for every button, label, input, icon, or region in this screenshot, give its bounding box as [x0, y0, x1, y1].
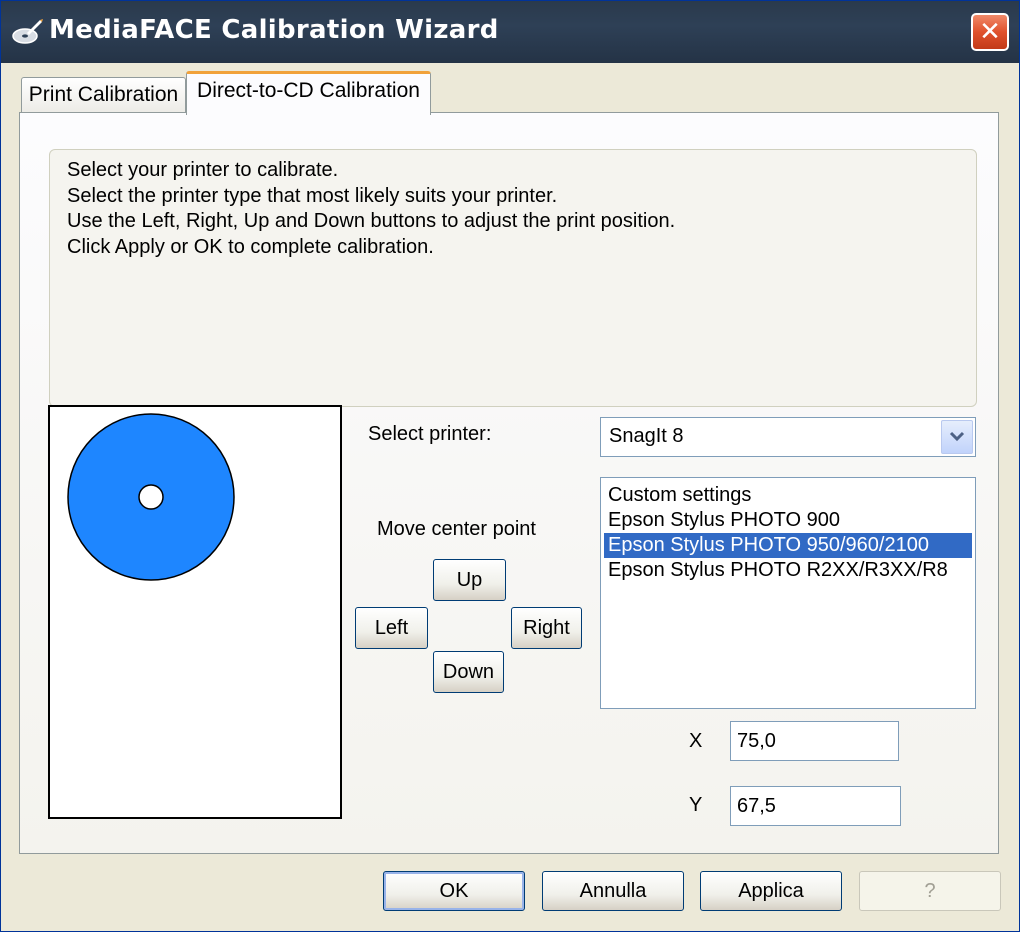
- select-printer-label: Select printer:: [368, 423, 492, 445]
- up-button[interactable]: Up: [433, 559, 506, 601]
- list-item[interactable]: Epson Stylus PHOTO R2XX/R3XX/R8: [604, 558, 972, 583]
- instruction-line: Use the Left, Right, Up and Down buttons…: [67, 210, 676, 232]
- right-button[interactable]: Right: [511, 607, 582, 649]
- cancel-button[interactable]: Annulla: [542, 871, 684, 911]
- ok-button[interactable]: OK: [383, 871, 525, 911]
- x-coordinate-field[interactable]: [730, 721, 899, 761]
- chevron-down-icon: [949, 431, 965, 442]
- list-item-selected[interactable]: Epson Stylus PHOTO 950/960/2100: [604, 533, 972, 558]
- dropdown-button[interactable]: [941, 420, 973, 454]
- instruction-line: Select your printer to calibrate.: [67, 159, 339, 181]
- instruction-line: Click Apply or OK to complete calibratio…: [67, 235, 434, 258]
- close-icon: ✕: [979, 17, 1001, 47]
- list-item[interactable]: Custom settings: [604, 483, 972, 508]
- title-bar[interactable]: MediaFACE Calibration Wizard ✕: [1, 1, 1019, 63]
- calibration-wizard-window: MediaFACE Calibration Wizard ✕ Print Cal…: [0, 0, 1020, 932]
- instructions-box: Select your printer to calibrate. Select…: [49, 149, 977, 407]
- move-center-point-label: Move center point: [377, 518, 536, 540]
- left-button[interactable]: Left: [355, 607, 428, 649]
- window-title: MediaFACE Calibration Wizard: [49, 15, 499, 45]
- tab-direct-to-cd-calibration[interactable]: Direct-to-CD Calibration: [186, 71, 431, 115]
- y-label: Y: [689, 794, 703, 816]
- apply-button[interactable]: Applica: [700, 871, 842, 911]
- close-button[interactable]: ✕: [971, 13, 1009, 51]
- mediaface-app-icon: [12, 19, 43, 44]
- cd-preview-canvas: [67, 413, 235, 581]
- cd-print-preview: [48, 405, 342, 819]
- help-button[interactable]: ?: [859, 871, 1001, 911]
- printer-type-list[interactable]: Custom settings Epson Stylus PHOTO 900 E…: [600, 477, 976, 709]
- tab-print-calibration[interactable]: Print Calibration: [21, 77, 186, 113]
- printer-select[interactable]: SnagIt 8: [600, 417, 976, 457]
- x-label: X: [689, 730, 703, 752]
- cd-center-hole: [138, 484, 164, 510]
- down-button[interactable]: Down: [433, 651, 504, 693]
- printer-select-value: SnagIt 8: [609, 425, 684, 447]
- list-item[interactable]: Epson Stylus PHOTO 900: [604, 508, 972, 533]
- y-coordinate-field[interactable]: [730, 786, 901, 826]
- instruction-line: Select the printer type that most likely…: [67, 184, 558, 207]
